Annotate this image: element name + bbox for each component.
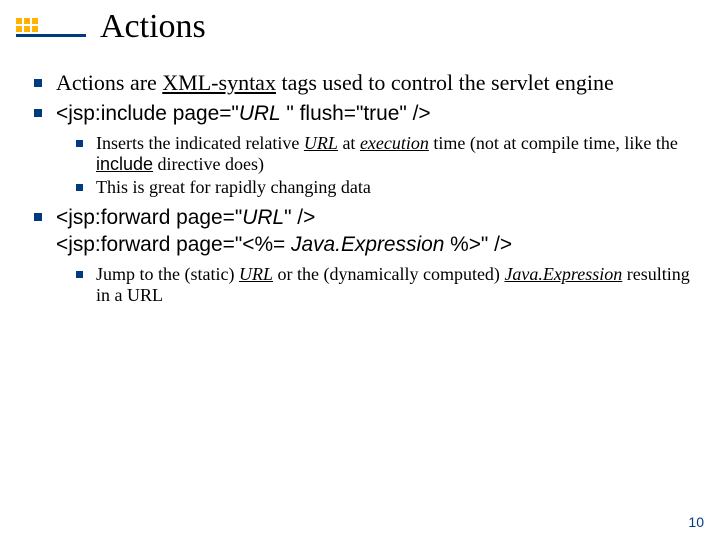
bullet-2-sub-2: This is great for rapidly changing data bbox=[56, 177, 692, 198]
code-url: URL bbox=[239, 102, 281, 125]
slide-title: Actions bbox=[100, 8, 206, 46]
code-pre: <jsp:forward page="<%= bbox=[56, 233, 291, 256]
text: time (not at compile time, like the bbox=[429, 133, 678, 153]
text: Inserts the indicated relative bbox=[96, 133, 304, 153]
text: at bbox=[338, 133, 360, 153]
code-pre: <jsp:include page=" bbox=[56, 102, 239, 125]
code-expr: Java.Expression bbox=[291, 233, 444, 256]
text: Actions are bbox=[56, 70, 162, 95]
bullet-2: <jsp:include page="URL " flush="true" />… bbox=[28, 100, 692, 198]
url-word: URL bbox=[304, 133, 338, 153]
text: directive does) bbox=[153, 154, 264, 174]
text: tags used to control the servlet engine bbox=[276, 70, 614, 95]
code-post: %>" /> bbox=[444, 233, 512, 256]
jsp-forward-url-code: <jsp:forward page="URL" /> bbox=[56, 206, 315, 229]
text: Jump to the (static) bbox=[96, 264, 239, 284]
code-post: " flush="true" /> bbox=[281, 102, 431, 125]
slide-number: 10 bbox=[688, 514, 704, 530]
code-url: URL bbox=[242, 206, 284, 229]
url-word: URL bbox=[239, 264, 273, 284]
bullet-3-sub-1: Jump to the (static) URL or the (dynamic… bbox=[56, 264, 692, 306]
jsp-forward-expr-code: <jsp:forward page="<%= Java.Expression %… bbox=[56, 233, 512, 256]
bullet-1: Actions are XML-syntax tags used to cont… bbox=[28, 70, 692, 96]
code-post: " /> bbox=[284, 206, 315, 229]
title-band: Actions bbox=[16, 8, 206, 46]
bullet-3: <jsp:forward page="URL" /> <jsp:forward … bbox=[28, 204, 692, 306]
include-word: include bbox=[96, 154, 153, 174]
java-expression-word: Java.Expression bbox=[504, 264, 622, 284]
slide-body: Actions are XML-syntax tags used to cont… bbox=[28, 70, 692, 312]
jsp-include-code: <jsp:include page="URL " flush="true" /> bbox=[56, 102, 431, 125]
bullet-2-sub-1: Inserts the indicated relative URL at ex… bbox=[56, 133, 692, 175]
execution-word: execution bbox=[360, 133, 429, 153]
code-pre: <jsp:forward page=" bbox=[56, 206, 242, 229]
text: or the (dynamically computed) bbox=[273, 264, 504, 284]
title-decoration bbox=[16, 18, 86, 37]
xml-syntax: XML-syntax bbox=[162, 70, 276, 95]
slide: Actions Actions are XML-syntax tags used… bbox=[0, 0, 720, 540]
